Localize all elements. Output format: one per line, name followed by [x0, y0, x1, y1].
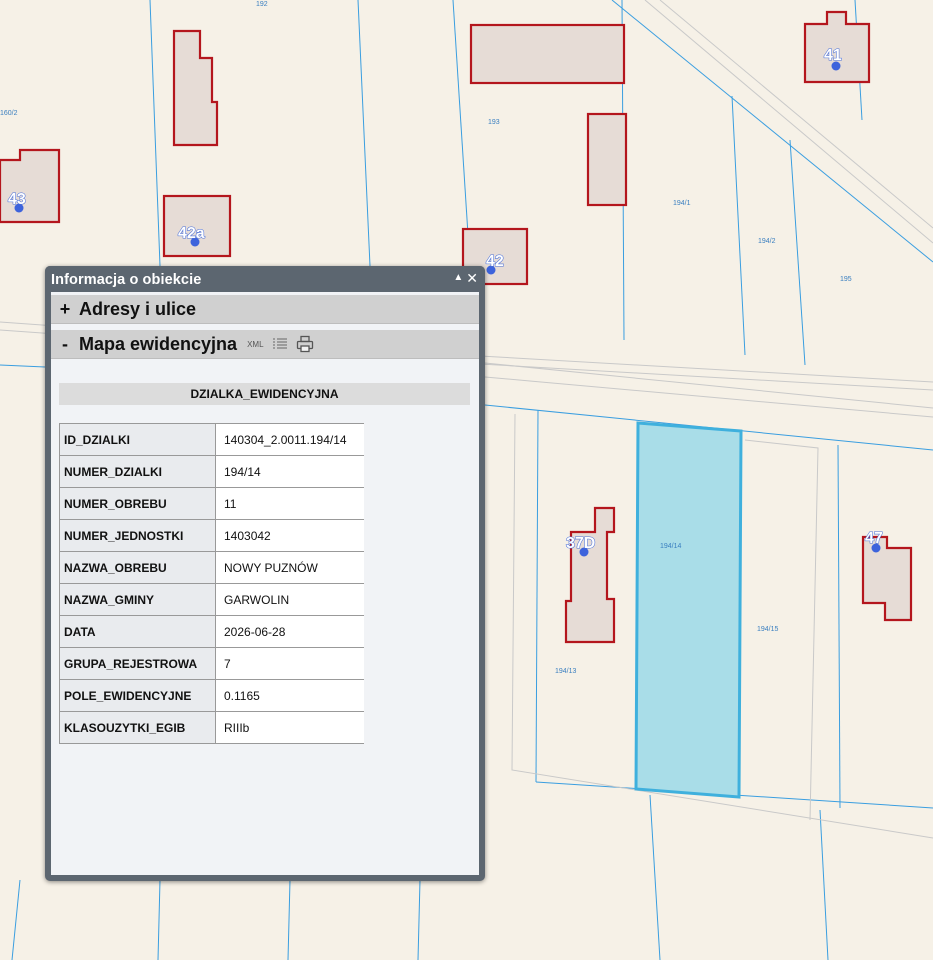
- parcel-boundary: [452, 0, 471, 267]
- print-icon[interactable]: [296, 335, 314, 353]
- parcel-boundary: [357, 0, 371, 267]
- section-tools: XML: [247, 335, 313, 353]
- house-number-label: 42a: [178, 225, 205, 242]
- section-cadastral-map[interactable]: - Mapa ewidencyjna XML: [51, 330, 479, 359]
- attribute-value: NOWY PUZNÓW: [215, 551, 364, 584]
- parcel-boundary: [819, 809, 829, 960]
- xml-export-icon[interactable]: XML: [247, 340, 263, 349]
- road-edge: [484, 376, 933, 418]
- table-row: GRUPA_REJESTROWA 7: [59, 647, 364, 680]
- list-icon[interactable]: [272, 337, 288, 351]
- attribute-value: RIIIb: [215, 711, 364, 744]
- house-number-label: 41: [824, 47, 842, 64]
- parcel-boundary: [649, 794, 661, 960]
- table-row: DATA 2026-06-28: [59, 615, 364, 648]
- house-number-label: 43: [8, 191, 26, 208]
- section-label[interactable]: Adresy i ulice: [79, 299, 196, 320]
- attribute-value: GARWOLIN: [215, 583, 364, 616]
- expand-icon[interactable]: +: [51, 299, 79, 320]
- window-title: Informacja o obiekcie: [51, 272, 202, 288]
- attribute-key: NUMER_OBREBU: [59, 487, 216, 520]
- attribute-key: DATA: [59, 615, 216, 648]
- building[interactable]: [172, 29, 219, 147]
- attributes-table: ID_DZIALKI 140304_2.0011.194/14 NUMER_DZIA…: [59, 423, 364, 744]
- attribute-value: 1403042: [215, 519, 364, 552]
- close-icon[interactable]: ✕: [466, 270, 478, 286]
- attribute-value: 2026-06-28: [215, 615, 364, 648]
- parcel-boundary: [149, 0, 161, 267]
- attribute-key: ID_DZIALKI: [59, 423, 216, 456]
- parcel-boundary: [11, 879, 21, 960]
- plot-number-label: 194/1: [673, 200, 691, 207]
- attribute-key: KLASOUZYTKI_EGIB: [59, 711, 216, 744]
- attribute-key: NUMER_DZIALKI: [59, 455, 216, 488]
- parcel-boundary-faint: [744, 439, 819, 821]
- object-info-window[interactable]: Informacja o obiekcie ▲ ✕ + Adresy i uli…: [45, 266, 485, 881]
- window-titlebar[interactable]: Informacja o obiekcie ▲ ✕: [45, 266, 485, 292]
- table-row: ID_DZIALKI 140304_2.0011.194/14: [59, 423, 364, 456]
- parcel-boundary: [837, 444, 841, 809]
- plot-number-label: 160/2: [0, 110, 18, 117]
- section-addresses[interactable]: + Adresy i ulice: [51, 295, 479, 324]
- table-row: NUMER_DZIALKI 194/14: [59, 455, 364, 488]
- parcel-boundary: [731, 95, 746, 356]
- table-row: NUMER_JEDNOSTKI 1403042: [59, 519, 364, 552]
- window-controls: ▲ ✕: [453, 270, 478, 286]
- table-row: POLE_EWIDENCYJNE 0.1165: [59, 679, 364, 712]
- attribute-key: POLE_EWIDENCYJNE: [59, 679, 216, 712]
- window-body: + Adresy i ulice - Mapa ewidencyjna XML …: [51, 292, 479, 875]
- parcel-boundary: [157, 879, 161, 960]
- selected-parcel[interactable]: [634, 421, 743, 799]
- building[interactable]: [586, 112, 628, 207]
- table-row: NAZWA_OBREBU NOWY PUZNÓW: [59, 551, 364, 584]
- plot-number-label: 193: [488, 119, 500, 126]
- section-label[interactable]: Mapa ewidencyjna: [79, 334, 237, 355]
- attribute-key: NUMER_JEDNOSTKI: [59, 519, 216, 552]
- attribute-value: 0.1165: [215, 679, 364, 712]
- parcel-boundary: [535, 409, 539, 783]
- house-number-label: 37D: [566, 535, 595, 552]
- building[interactable]: [861, 535, 913, 622]
- table-row: NUMER_OBREBU 11: [59, 487, 364, 520]
- parcel-boundary: [789, 139, 806, 366]
- building[interactable]: [564, 506, 616, 644]
- attribute-key: NAZWA_GMINY: [59, 583, 216, 616]
- attribute-key: NAZWA_OBREBU: [59, 551, 216, 584]
- parcel-boundary: [287, 879, 291, 960]
- building[interactable]: [0, 148, 61, 224]
- house-number-label: 42: [486, 253, 504, 270]
- parcel-boundary: [611, 0, 933, 263]
- road-edge: [484, 362, 933, 409]
- plot-number-label: 194/13: [555, 668, 577, 675]
- plot-number-label: 195: [840, 276, 852, 283]
- minimize-icon[interactable]: ▲: [453, 270, 463, 286]
- attribute-value: 7: [215, 647, 364, 680]
- table-row: NAZWA_GMINY GARWOLIN: [59, 583, 364, 616]
- plot-number-label: 194/15: [757, 626, 779, 633]
- parcel-boundary: [0, 364, 46, 368]
- track-edge: [659, 0, 933, 229]
- plot-number-label: 194/14: [660, 543, 682, 550]
- attribute-value: 194/14: [215, 455, 364, 488]
- parcel-boundary: [417, 879, 421, 960]
- plot-number-label: 192: [256, 1, 268, 8]
- house-number-label: 47: [865, 530, 883, 547]
- building[interactable]: [469, 23, 626, 85]
- collapse-icon[interactable]: -: [51, 334, 79, 355]
- table-row: KLASOUZYTKI_EGIB RIIIb: [59, 711, 364, 744]
- attribute-value: 11: [215, 487, 364, 520]
- attribute-key: GRUPA_REJESTROWA: [59, 647, 216, 680]
- plot-number-label: 194/2: [758, 238, 776, 245]
- table-title: DZIALKA_EWIDENCYJNA: [59, 383, 470, 405]
- attribute-value: 140304_2.0011.194/14: [215, 423, 364, 456]
